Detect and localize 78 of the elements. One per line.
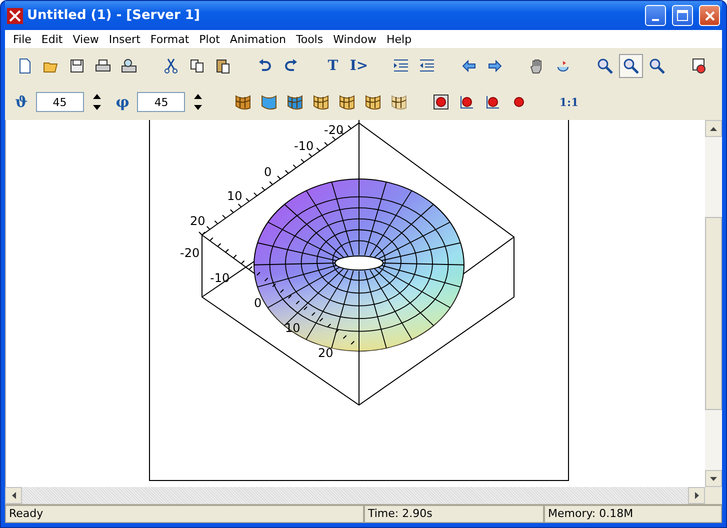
menu-item[interactable]: Insert	[104, 32, 146, 46]
menu-item[interactable]: Animation	[224, 32, 291, 46]
toolbar-button[interactable]	[619, 54, 643, 78]
minimize-icon	[652, 18, 659, 20]
up-arrow-icon	[710, 126, 717, 130]
close-icon	[704, 10, 714, 20]
scroll-down-button[interactable]	[705, 470, 722, 487]
outdent-icon	[419, 58, 435, 74]
ball-icon	[485, 94, 502, 110]
app-icon	[7, 8, 23, 24]
printer-icon	[95, 58, 111, 74]
magnifier-icon	[649, 58, 665, 74]
surface-icon	[287, 94, 304, 110]
close-button[interactable]	[699, 5, 720, 26]
axis-tick-label: -10	[294, 139, 314, 153]
axis-tick-label: 0	[254, 296, 262, 310]
scroll-up-button[interactable]	[705, 120, 722, 137]
framed-ball-icon	[433, 94, 450, 110]
menu-item[interactable]: Edit	[36, 32, 68, 46]
menu-item[interactable]: View	[68, 32, 104, 46]
menu-item[interactable]: Help	[381, 32, 417, 46]
menu-item[interactable]: Window	[328, 32, 382, 46]
clipboard-icon	[215, 58, 231, 74]
axis-tick-label: 10	[227, 189, 242, 203]
spinner-arrows-icon[interactable]	[92, 92, 102, 112]
minimize-button[interactable]	[645, 5, 666, 26]
theta-field[interactable]: 45	[36, 92, 84, 112]
spinner-arrows-icon[interactable]	[193, 92, 204, 112]
status-time: Time: 2.90s	[364, 505, 544, 523]
left-arrow-icon	[461, 58, 477, 74]
right-arrow-icon	[694, 492, 698, 499]
magnifier-icon	[597, 58, 613, 74]
scroll-right-button[interactable]	[688, 487, 705, 504]
printer-magnifier-icon	[121, 58, 137, 74]
vertical-scrollbar[interactable]	[705, 120, 722, 487]
left-arrow-icon	[12, 492, 16, 499]
window-title: Untitled (1) - [Server 1]	[27, 8, 201, 23]
scroll-thumb[interactable]	[705, 217, 722, 410]
status-message: Ready	[5, 505, 364, 523]
horizontal-scrollbar[interactable]	[5, 487, 705, 504]
menu-item[interactable]: Plot	[194, 32, 225, 46]
surface-icon	[313, 94, 330, 110]
maximize-icon	[677, 10, 688, 21]
surface-icon	[365, 94, 382, 110]
surface-icon	[261, 94, 278, 110]
scale-button[interactable]: 1:1	[559, 96, 579, 108]
axis-tick-label: 20	[318, 346, 334, 360]
axis-tick-label: -10	[210, 271, 230, 285]
right-arrow-icon	[487, 58, 503, 74]
menu-item[interactable]: Format	[145, 32, 194, 46]
undo-icon	[257, 58, 273, 74]
ball-icon	[459, 94, 476, 110]
indent-icon	[393, 58, 409, 74]
toolbar-button[interactable]: I>	[347, 54, 371, 78]
status-memory: Memory: 0.18M	[544, 505, 722, 523]
axis-tick-label: -20	[180, 246, 200, 260]
axis-tick-label: 0	[264, 165, 272, 179]
phi-field[interactable]: 45	[137, 92, 186, 112]
scroll-left-button[interactable]	[5, 487, 22, 504]
toolbar-button[interactable]: T	[321, 54, 345, 78]
phi-symbol: φ	[116, 93, 130, 111]
rotate-icon	[555, 58, 571, 74]
axis-tick-label: -20	[324, 123, 344, 137]
surface-icon	[339, 94, 356, 110]
down-arrow-icon	[710, 476, 717, 480]
menu-item[interactable]: File	[8, 32, 36, 46]
surface-icon	[391, 94, 408, 110]
surface-icon	[235, 94, 252, 110]
magnifier-icon	[623, 58, 639, 74]
menu-item[interactable]: Tools	[291, 32, 328, 46]
maximize-button[interactable]	[672, 5, 693, 26]
new-document-icon	[17, 58, 33, 74]
theta-symbol: ϑ	[15, 93, 28, 111]
axis-tick-label: 20	[190, 214, 206, 228]
redo-icon	[283, 58, 299, 74]
scissors-icon	[163, 58, 179, 74]
axis-tick-label: 10	[285, 321, 300, 335]
copy-icon	[189, 58, 205, 74]
